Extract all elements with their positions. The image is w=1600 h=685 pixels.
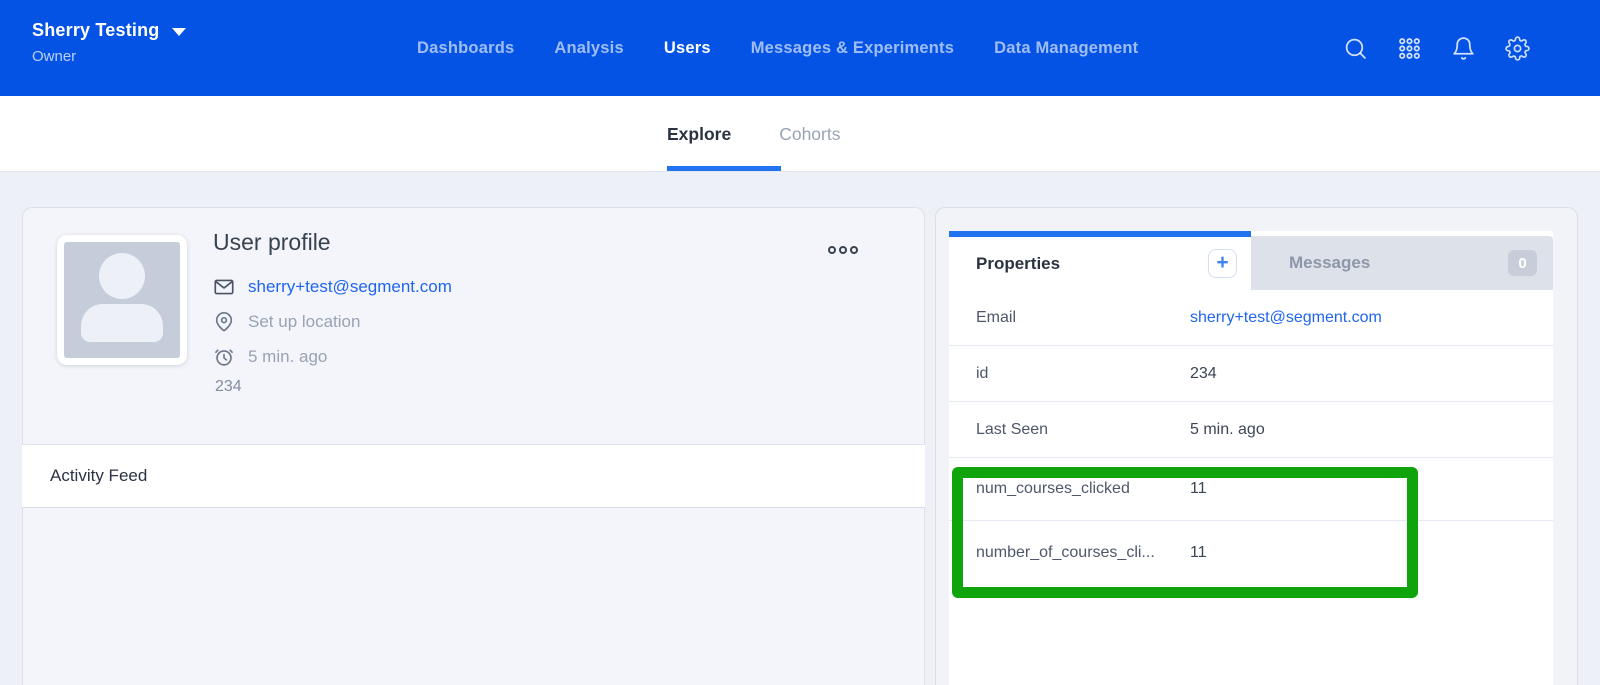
tab-properties-label: Properties — [976, 254, 1060, 274]
tab-messages-label: Messages — [1289, 253, 1370, 273]
avatar — [57, 235, 187, 365]
nav-item-messages-experiments[interactable]: Messages & Experiments — [751, 39, 954, 58]
nav-item-dashboards[interactable]: Dashboards — [417, 39, 514, 58]
property-value: 5 min. ago — [1190, 421, 1265, 439]
workspace-role: Owner — [32, 48, 186, 65]
add-property-button[interactable]: + — [1208, 249, 1237, 278]
search-icon[interactable] — [1343, 36, 1368, 61]
tab-messages[interactable]: Messages 0 — [1251, 236, 1553, 290]
nav-item-analysis[interactable]: Analysis — [554, 39, 623, 58]
property-value: 11 — [1190, 544, 1207, 562]
clock-icon — [213, 346, 235, 368]
chevron-down-icon — [172, 28, 186, 36]
last-seen-text: 5 min. ago — [248, 347, 327, 367]
property-value: 234 — [1190, 365, 1217, 383]
tab-explore[interactable]: Explore — [667, 124, 731, 145]
property-value: 11 — [1190, 480, 1207, 498]
messages-count-badge: 0 — [1508, 250, 1537, 276]
active-tab-underline — [667, 166, 781, 171]
apps-grid-icon[interactable] — [1397, 36, 1422, 61]
nav-item-data-management[interactable]: Data Management — [994, 39, 1138, 58]
overflow-menu-icon[interactable] — [828, 246, 858, 254]
section-tab-bar: Explore Cohorts — [0, 96, 1600, 172]
property-key: Last Seen — [976, 421, 1190, 439]
location-pin-icon — [213, 311, 235, 333]
property-key: Email — [976, 309, 1190, 327]
workspace-name[interactable]: Sherry Testing — [32, 20, 160, 41]
activity-feed-title: Activity Feed — [50, 466, 147, 486]
property-key: number_of_courses_cli... — [976, 544, 1190, 562]
tab-cohorts[interactable]: Cohorts — [779, 124, 840, 145]
property-key: id — [976, 365, 1190, 383]
topbar-actions — [1343, 0, 1530, 96]
property-row-email: Email sherry+test@segment.com — [949, 290, 1553, 346]
workspace-switcher[interactable]: Sherry Testing Owner — [32, 20, 186, 65]
user-profile-card: User profile sherry+test@segment.com Set… — [22, 207, 925, 685]
properties-panel: Properties + Messages 0 Email sherry+tes… — [935, 207, 1578, 685]
property-row-last-seen: Last Seen 5 min. ago — [949, 402, 1553, 458]
gear-icon[interactable] — [1505, 36, 1530, 61]
page-title: User profile — [213, 229, 331, 256]
property-row-id: id 234 — [949, 346, 1553, 402]
property-row-number-of-courses-clicked: number_of_courses_cli... 11 — [949, 521, 1553, 585]
nav-item-users[interactable]: Users — [664, 39, 711, 58]
top-navigation-bar: Sherry Testing Owner Dashboards Analysis… — [0, 0, 1600, 96]
primary-nav: Dashboards Analysis Users Messages & Exp… — [417, 0, 1138, 96]
property-value-email-link[interactable]: sherry+test@segment.com — [1190, 309, 1382, 327]
profile-location-row: Set up location — [213, 304, 452, 339]
property-row-num-courses-clicked: num_courses_clicked 11 — [949, 458, 1553, 521]
profile-email-row: sherry+test@segment.com — [213, 269, 452, 304]
user-id-text: 234 — [215, 378, 242, 396]
bell-icon[interactable] — [1451, 36, 1476, 61]
envelope-icon — [213, 276, 235, 298]
tab-properties[interactable]: Properties + — [949, 231, 1251, 290]
properties-tab-card: Properties + Messages 0 Email sherry+tes… — [949, 231, 1553, 685]
activity-feed-section: Activity Feed — [22, 444, 925, 508]
profile-email-link[interactable]: sherry+test@segment.com — [248, 277, 452, 297]
profile-last-seen-row: 5 min. ago — [213, 339, 452, 374]
property-key: num_courses_clicked — [976, 480, 1190, 498]
set-up-location-link[interactable]: Set up location — [248, 312, 360, 332]
